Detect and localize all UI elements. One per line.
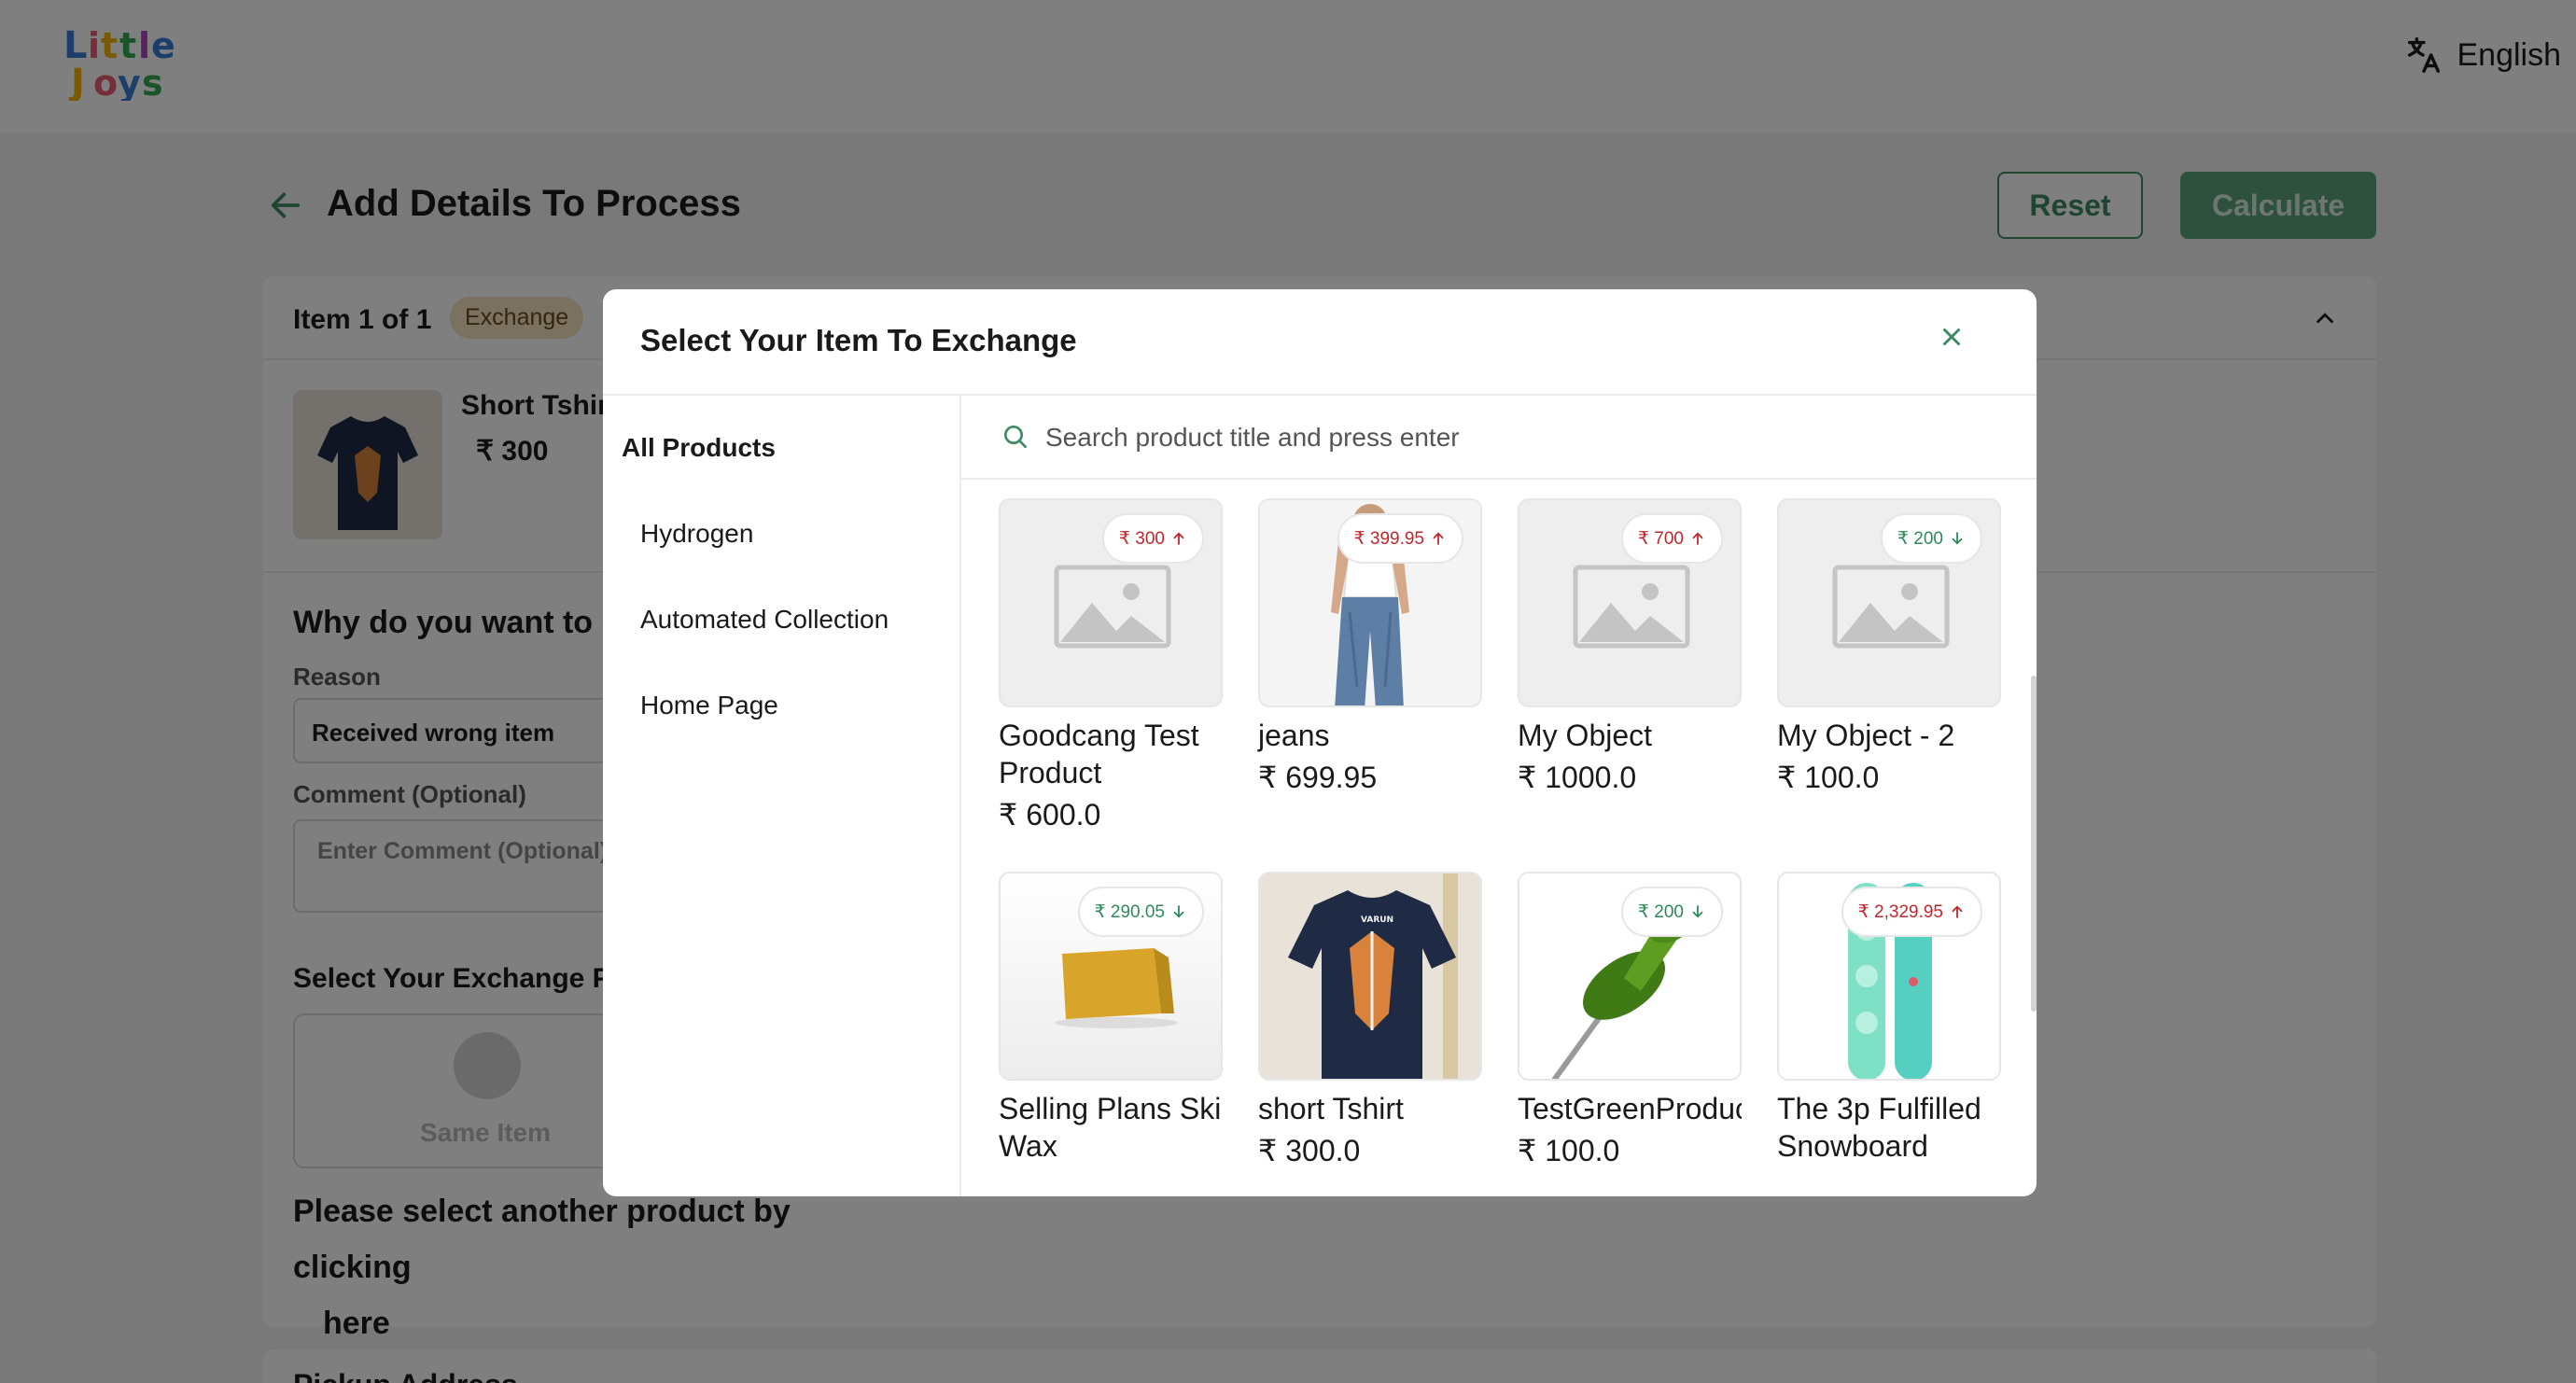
price-diff-badge: ₹ 2,329.95 bbox=[1841, 887, 1982, 937]
price-diff: ₹ 200 bbox=[1637, 901, 1684, 922]
price-diff-badge: ₹ 300 bbox=[1101, 513, 1204, 564]
price-diff-badge: ₹ 200 bbox=[1620, 887, 1723, 937]
price-diff-badge: ₹ 700 bbox=[1620, 513, 1723, 564]
grid-scrollbar[interactable] bbox=[2031, 676, 2037, 1012]
price-diff: ₹ 300 bbox=[1118, 528, 1165, 549]
product-card[interactable]: ₹ 200 My Object - 2 ₹ 100.0 bbox=[1777, 498, 2001, 795]
collection-automated[interactable]: Automated Collection bbox=[640, 605, 889, 635]
product-title: TestGreenProduct bbox=[1518, 1092, 1742, 1125]
arrow-up-icon bbox=[1173, 532, 1184, 545]
product-price: ₹ 699.95 bbox=[1258, 761, 1378, 794]
arrow-up-icon bbox=[1433, 532, 1444, 545]
arrow-up-icon bbox=[1952, 905, 1963, 918]
product-title: Selling Plans Ski Wax bbox=[999, 1092, 1222, 1163]
arrow-up-icon bbox=[1692, 532, 1703, 545]
arrow-down-icon bbox=[1692, 905, 1703, 918]
svg-text:VARUN: VARUN bbox=[1361, 915, 1393, 925]
product-title: The 3p Fulfilled Snowboard bbox=[1777, 1092, 1981, 1163]
product-title: short Tshirt bbox=[1258, 1092, 1404, 1125]
product-price: ₹ 600.0 bbox=[999, 798, 1101, 831]
product-title: jeans bbox=[1258, 719, 1330, 752]
collection-home-page[interactable]: Home Page bbox=[640, 691, 778, 720]
price-diff: ₹ 399.95 bbox=[1353, 528, 1424, 549]
search-icon bbox=[1004, 426, 1027, 448]
price-diff-badge: ₹ 290.05 bbox=[1077, 887, 1204, 937]
product-image: ₹ 399.95 bbox=[1258, 498, 1482, 707]
price-diff: ₹ 200 bbox=[1897, 528, 1943, 549]
product-image: ₹ 200 bbox=[1777, 498, 2001, 707]
modal-header: Select Your Item To Exchange bbox=[603, 289, 2037, 396]
modal-title: Select Your Item To Exchange bbox=[640, 323, 1077, 357]
product-price: ₹ 100.0 bbox=[1518, 1134, 1620, 1167]
arrow-down-icon bbox=[1952, 532, 1963, 545]
tshirt-photo: VARUN bbox=[1260, 873, 1480, 1079]
product-image: ₹ 200 bbox=[1518, 872, 1742, 1081]
product-title: Goodcang Test Product bbox=[999, 719, 1199, 789]
price-diff-badge: ₹ 399.95 bbox=[1337, 513, 1463, 564]
product-search bbox=[961, 396, 2037, 480]
price-diff: ₹ 2,329.95 bbox=[1857, 901, 1943, 922]
collection-all-products[interactable]: All Products bbox=[622, 433, 776, 463]
product-image: ₹ 290.05 bbox=[999, 872, 1223, 1081]
product-price: ₹ 300.0 bbox=[1258, 1134, 1361, 1167]
price-diff: ₹ 290.05 bbox=[1094, 901, 1165, 922]
search-input[interactable] bbox=[1045, 414, 1885, 461]
product-image: ₹ 2,329.95 bbox=[1777, 872, 2001, 1081]
product-card[interactable]: ₹ 290.05 Selling Plans Ski Wax bbox=[999, 872, 1223, 1170]
price-diff-badge: ₹ 200 bbox=[1880, 513, 1982, 564]
close-button[interactable] bbox=[1938, 323, 1966, 351]
product-image: ₹ 700 bbox=[1518, 498, 1742, 707]
product-card[interactable]: ₹ 700 My Object ₹ 1000.0 bbox=[1518, 498, 1742, 795]
product-title: My Object - 2 bbox=[1777, 719, 1955, 752]
product-card[interactable]: VARUN short Tshirt ₹ 300.0 bbox=[1258, 872, 1482, 1168]
collection-hydrogen[interactable]: Hydrogen bbox=[640, 519, 753, 549]
arrow-down-icon bbox=[1173, 905, 1184, 918]
close-icon bbox=[1943, 328, 1960, 345]
product-card[interactable]: ₹ 399.95 jeans ₹ 699.95 bbox=[1258, 498, 1482, 795]
product-price: ₹ 1000.0 bbox=[1518, 761, 1637, 794]
product-title: My Object bbox=[1518, 719, 1653, 752]
product-grid: ₹ 300 Goodcang Test Product ₹ 600.0 ₹ 39… bbox=[961, 480, 2037, 1196]
price-diff: ₹ 700 bbox=[1637, 528, 1684, 549]
product-image: VARUN bbox=[1258, 872, 1482, 1081]
product-price: ₹ 100.0 bbox=[1777, 761, 1880, 794]
product-image: ₹ 300 bbox=[999, 498, 1223, 707]
product-card[interactable]: ₹ 200 TestGreenProduct ₹ 100.0 bbox=[1518, 872, 1742, 1168]
product-card[interactable]: ₹ 2,329.95 The 3p Fulfilled Snowboard bbox=[1777, 872, 2001, 1170]
collection-sidebar: All Products Hydrogen Automated Collecti… bbox=[603, 396, 961, 1196]
exchange-item-modal: Select Your Item To Exchange All Product… bbox=[603, 289, 2037, 1196]
product-card[interactable]: ₹ 300 Goodcang Test Product ₹ 600.0 bbox=[999, 498, 1223, 832]
